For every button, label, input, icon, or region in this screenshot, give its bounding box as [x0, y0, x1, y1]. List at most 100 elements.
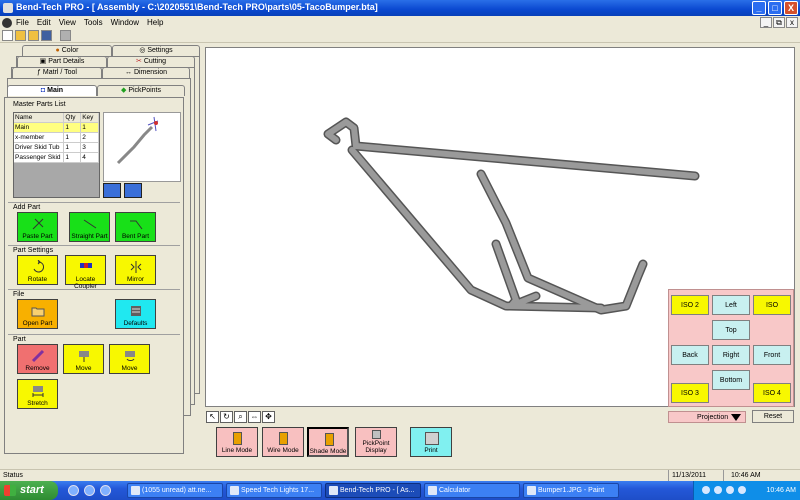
start-button[interactable]: start: [0, 481, 58, 500]
shade-mode-button[interactable]: Shade Mode: [307, 427, 349, 457]
menu-file[interactable]: File: [16, 18, 29, 27]
move-button[interactable]: Move: [63, 344, 104, 374]
reset-button[interactable]: Reset: [752, 410, 794, 423]
defaults-button[interactable]: Defaults: [115, 299, 156, 329]
bottom-view-button[interactable]: Bottom: [712, 370, 750, 390]
coupler-icon: [80, 263, 92, 268]
part-preview: [103, 112, 181, 182]
locate-coupler-button[interactable]: Locate Coupler: [65, 255, 106, 290]
paste-part-button[interactable]: Paste Part: [17, 212, 58, 242]
preview-rotate-button[interactable]: [124, 183, 142, 198]
menu-help[interactable]: Help: [147, 18, 163, 27]
tray-icon[interactable]: [726, 486, 734, 494]
open-part-button[interactable]: Open Part: [17, 299, 58, 329]
wire-mode-button[interactable]: Wire Mode: [262, 427, 304, 457]
top-view-button[interactable]: Top: [712, 320, 750, 340]
mirror-label: Mirror: [127, 276, 144, 283]
menu-view[interactable]: View: [59, 18, 76, 27]
projection-dropdown[interactable]: Projection: [668, 411, 746, 423]
open-folder-icon[interactable]: [15, 30, 26, 41]
tab-settings[interactable]: ◎ Settings: [112, 45, 200, 56]
tray-icon[interactable]: [702, 486, 710, 494]
firefox-quicklaunch-icon[interactable]: [84, 485, 95, 496]
task-speed-tech[interactable]: Speed Tech Lights 17...: [226, 483, 322, 498]
table-row[interactable]: Driver Skid Tub 1 3: [14, 143, 99, 153]
print-button[interactable]: Print: [410, 427, 452, 457]
tab-color[interactable]: ● Color: [22, 45, 112, 56]
menu-edit[interactable]: Edit: [37, 18, 51, 27]
iso2-view-button[interactable]: ISO 2: [671, 295, 709, 315]
pan-icon[interactable]: ✥: [262, 411, 275, 423]
task-calculator[interactable]: Calculator: [424, 483, 520, 498]
rotate-view-icon[interactable]: ↻: [220, 411, 233, 423]
fit-view-icon[interactable]: ⇔: [248, 411, 261, 423]
table-row[interactable]: Passenger Skid 1 4: [14, 153, 99, 163]
stretch-button[interactable]: Stretch: [17, 379, 58, 409]
tab-main[interactable]: ◘ Main: [7, 85, 97, 96]
print-icon[interactable]: [60, 30, 71, 41]
save-icon[interactable]: [41, 30, 52, 41]
line-mode-button[interactable]: Line Mode: [216, 427, 258, 457]
media-quicklaunch-icon[interactable]: [100, 485, 111, 496]
wire-mode-icon: [279, 432, 288, 445]
remove-button[interactable]: Remove: [17, 344, 58, 374]
pickpoint-display-button[interactable]: PickPoint Display: [355, 427, 397, 457]
iso3-view-button[interactable]: ISO 3: [671, 383, 709, 403]
table-header-row: Name Qty Key: [14, 113, 99, 123]
menu-window[interactable]: Window: [111, 18, 139, 27]
tab-pickpoints[interactable]: ◆ PickPoints: [97, 85, 185, 96]
preview-zoom-button[interactable]: [103, 183, 121, 198]
right-view-button[interactable]: Right: [712, 345, 750, 365]
shade-mode-icon: [325, 433, 334, 446]
open-part-label: Open Part: [22, 320, 53, 327]
doc-restore-button[interactable]: ⧉: [773, 17, 785, 28]
back-view-button[interactable]: Back: [671, 345, 709, 365]
doc-minimize-button[interactable]: _: [760, 17, 772, 28]
bent-part-button[interactable]: Bent Part: [115, 212, 156, 242]
doc-close-button[interactable]: x: [786, 17, 798, 28]
header-key[interactable]: Key: [81, 113, 99, 122]
menu-tools[interactable]: Tools: [84, 18, 103, 27]
remove-icon: [31, 349, 45, 363]
mirror-button[interactable]: Mirror: [115, 255, 156, 285]
open-recent-icon[interactable]: [28, 30, 39, 41]
document-icon[interactable]: [2, 17, 12, 28]
iso4-view-button[interactable]: ISO 4: [753, 383, 791, 403]
tab-matrl-tool[interactable]: ƒ Matrl / Tool: [12, 67, 102, 78]
task-bend-tech[interactable]: Bend-Tech PRO - [ As...: [325, 483, 421, 498]
status-time: 10:46 AM: [731, 472, 761, 479]
line-mode-icon: [233, 432, 242, 445]
tray-icon[interactable]: [714, 486, 722, 494]
zoom-icon[interactable]: ⌕: [234, 411, 247, 423]
close-button[interactable]: X: [784, 1, 798, 15]
select-arrow-icon[interactable]: ↖: [206, 411, 219, 423]
task-email[interactable]: (1055 unread) att.ne...: [127, 483, 223, 498]
app-icon[interactable]: [3, 3, 13, 13]
volume-icon[interactable]: [738, 486, 746, 494]
tab-part-details[interactable]: ▣ Part Details: [17, 56, 107, 67]
master-parts-table[interactable]: Name Qty Key Main 1 1 x-member 1 2 Drive…: [13, 112, 100, 198]
maximize-button[interactable]: □: [768, 1, 782, 15]
new-file-icon[interactable]: [2, 30, 13, 41]
tab-dimension[interactable]: ↔ Dimension: [102, 67, 190, 78]
cell-key: 2: [81, 133, 99, 142]
move-rotate-button[interactable]: Move: [109, 344, 150, 374]
task-paint[interactable]: Bumper1.JPG - Paint: [523, 483, 619, 498]
table-row[interactable]: x-member 1 2: [14, 133, 99, 143]
left-view-button[interactable]: Left: [712, 295, 750, 315]
iso-view-button[interactable]: ISO: [753, 295, 791, 315]
ie-quicklaunch-icon[interactable]: [68, 485, 79, 496]
rotate-button[interactable]: Rotate: [17, 255, 58, 285]
tab-cutting[interactable]: ✂ Cutting: [107, 56, 195, 67]
header-name[interactable]: Name: [14, 113, 65, 122]
clock[interactable]: 10:46 AM: [766, 481, 796, 500]
front-view-button[interactable]: Front: [753, 345, 791, 365]
cell-qty: 1: [64, 143, 82, 152]
title-bar[interactable]: Bend-Tech PRO - [ Assembly - C:\2020551\…: [0, 0, 800, 16]
table-row[interactable]: Main 1 1: [14, 123, 99, 133]
part-settings-label: Part Settings: [13, 247, 54, 254]
header-qty[interactable]: Qty: [64, 113, 82, 122]
straight-part-button[interactable]: Straight Part: [69, 212, 110, 242]
minimize-button[interactable]: _: [752, 1, 766, 15]
status-date: 11/13/2011: [668, 470, 724, 481]
